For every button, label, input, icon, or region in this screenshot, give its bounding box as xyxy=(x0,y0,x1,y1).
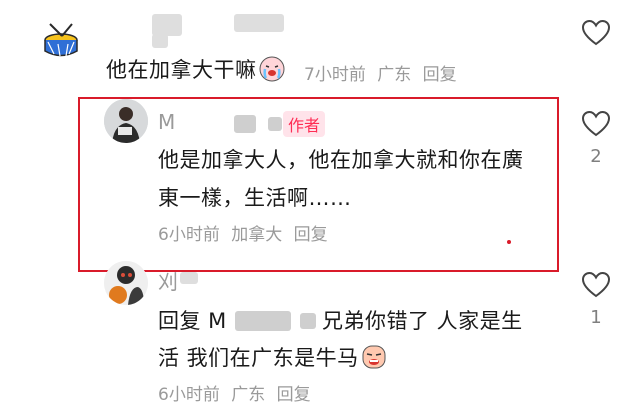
comment-location: 广东 xyxy=(377,65,412,85)
username-initial[interactable]: 刈 xyxy=(158,266,178,295)
comment-meta: 6小时前 广东 回复 xyxy=(158,380,317,405)
reply-button[interactable]: 回复 xyxy=(423,65,457,85)
comment-text-after-mention: 兄弟你错了 人家是生 xyxy=(322,309,523,333)
avatar-drum[interactable] xyxy=(38,18,84,64)
comment-time: 6小时前 xyxy=(158,385,220,405)
avatar-commenter[interactable] xyxy=(104,261,148,305)
comment-time: 7小时前 xyxy=(304,65,366,85)
mention-redacted xyxy=(235,311,291,331)
mention-redacted xyxy=(300,313,316,329)
username-redacted[interactable] xyxy=(234,14,284,32)
highlight-box xyxy=(78,97,559,272)
like-heart-icon[interactable] xyxy=(581,18,611,48)
reply-button[interactable]: 回复 xyxy=(277,385,311,405)
like-heart-icon[interactable] xyxy=(581,109,611,139)
comment-text: 他在加拿大干嘛 xyxy=(106,51,285,89)
crying-emoji-icon xyxy=(259,56,285,82)
username-redacted[interactable] xyxy=(180,272,198,284)
like-count: 1 xyxy=(590,307,602,328)
username-redacted[interactable] xyxy=(152,34,168,48)
tired-emoji-icon xyxy=(361,344,387,370)
comment-location: 广东 xyxy=(231,385,266,405)
reply-mention[interactable]: 回复 M xyxy=(158,309,227,333)
comment-text-line-1: 回复 M xyxy=(158,302,227,340)
comment-meta: 7小时前 广东 回复 xyxy=(304,60,463,85)
like-count: 2 xyxy=(590,146,602,167)
like-heart-icon[interactable] xyxy=(581,270,611,300)
comment-text-line-2: 活 我们在广东是牛马 xyxy=(158,339,387,377)
username-redacted[interactable] xyxy=(152,14,182,36)
